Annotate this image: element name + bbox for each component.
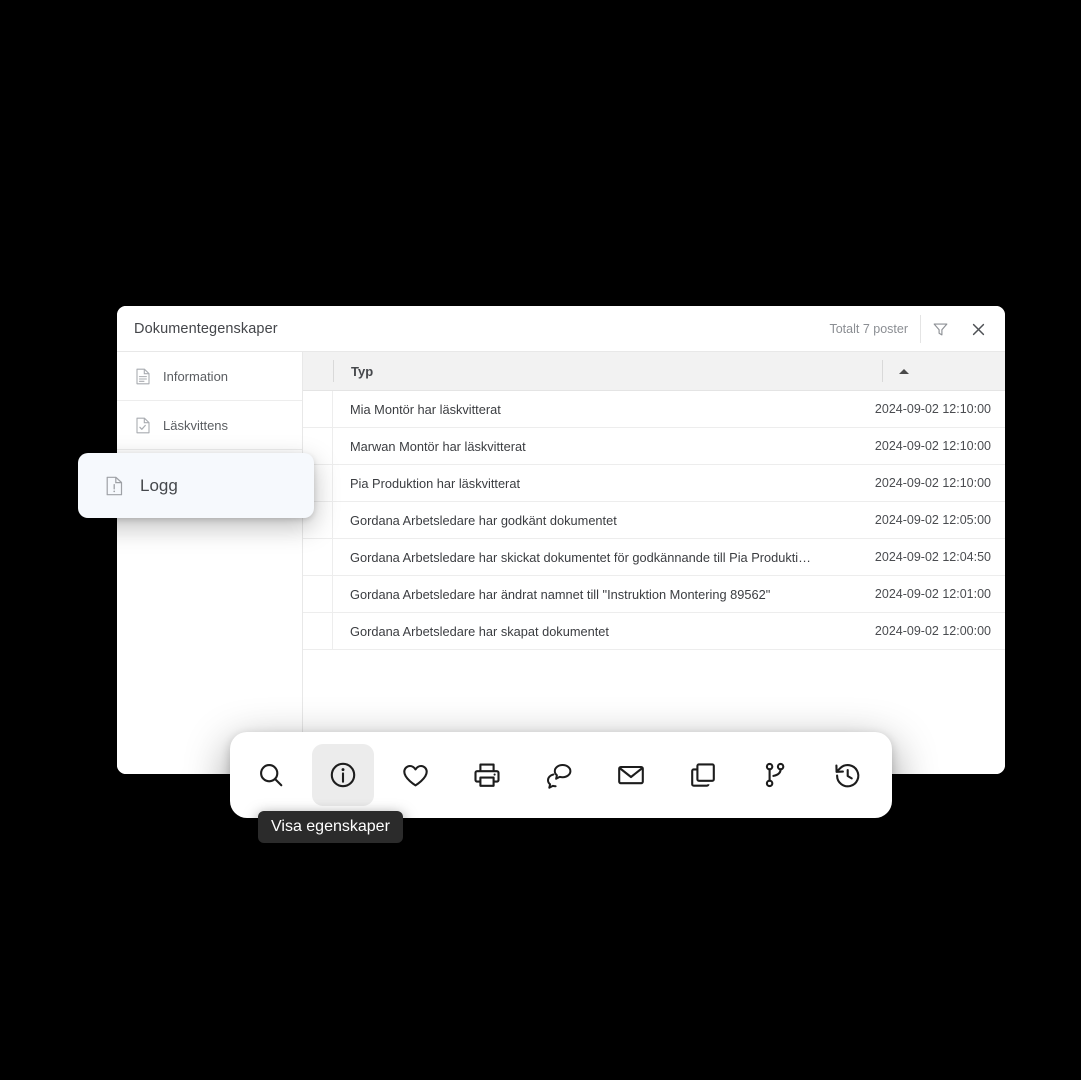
cell-typ: Gordana Arbetsledare har ändrat namnet t… <box>350 586 771 602</box>
history-button[interactable] <box>816 744 878 806</box>
dialog-header: Dokumentegenskaper Totalt 7 poster <box>117 306 1005 352</box>
table-header-gutter <box>303 352 333 390</box>
cell-typ: Gordana Arbetsledare har godkänt dokumen… <box>350 512 617 528</box>
print-button[interactable] <box>456 744 518 806</box>
cell-datum: 2024-09-02 12:04:50 <box>874 550 991 564</box>
document-alert-icon <box>104 475 124 497</box>
log-table: Typ Mia Montör har läskvitterat 2024-09-… <box>303 352 1005 774</box>
row-gutter <box>303 539 333 575</box>
table-row[interactable]: Gordana Arbetsledare har skapat dokument… <box>303 613 1005 650</box>
mail-envelope-icon <box>616 760 646 790</box>
info-circle-icon <box>328 760 358 790</box>
column-separator <box>882 360 883 382</box>
cell-datum: 2024-09-02 12:10:00 <box>874 402 991 416</box>
comments-button[interactable] <box>528 744 590 806</box>
document-properties-dialog: Dokumentegenskaper Totalt 7 poster Infor… <box>117 306 1005 774</box>
document-lines-icon <box>134 367 151 386</box>
filter-button[interactable] <box>921 306 959 352</box>
cell-datum: 2024-09-02 12:10:00 <box>874 476 991 490</box>
version-branch-button[interactable] <box>744 744 806 806</box>
document-action-toolbar <box>230 732 892 818</box>
cell-datum: 2024-09-02 12:05:00 <box>874 513 991 527</box>
dialog-sidebar: Information Läskvittens <box>117 352 303 774</box>
dialog-header-actions: Totalt 7 poster <box>829 306 1005 352</box>
close-button[interactable] <box>959 306 997 352</box>
sidebar-item-logg[interactable]: Logg <box>78 453 314 518</box>
send-mail-button[interactable] <box>600 744 662 806</box>
table-body: Mia Montör har läskvitterat 2024-09-02 1… <box>303 391 1005 650</box>
favorite-button[interactable] <box>384 744 446 806</box>
document-check-icon <box>134 416 151 435</box>
column-header-datum[interactable] <box>882 352 1005 390</box>
sidebar-item-label: Logg <box>140 475 178 495</box>
search-icon <box>256 760 286 790</box>
git-branch-icon <box>760 760 790 790</box>
filter-funnel-icon <box>932 321 949 338</box>
search-button[interactable] <box>240 744 302 806</box>
cell-typ: Marwan Montör har läskvitterat <box>350 438 526 454</box>
column-header-typ[interactable]: Typ <box>334 364 882 379</box>
row-gutter <box>303 391 333 427</box>
cell-typ: Pia Produktion har läskvitterat <box>350 475 520 491</box>
cell-typ: Gordana Arbetsledare har skapat dokument… <box>350 623 609 639</box>
cell-typ: Gordana Arbetsledare har skickat dokumen… <box>350 549 811 565</box>
table-row[interactable]: Mia Montör har läskvitterat 2024-09-02 1… <box>303 391 1005 428</box>
copy-duplicate-icon <box>688 760 718 790</box>
printer-icon <box>472 760 502 790</box>
sidebar-item-label: Information <box>163 368 229 384</box>
table-row[interactable]: Marwan Montör har läskvitterat 2024-09-0… <box>303 428 1005 465</box>
screen: Dokumentegenskaper Totalt 7 poster Infor… <box>0 0 1081 1080</box>
sidebar-item-information[interactable]: Information <box>117 352 302 401</box>
history-clock-icon <box>832 760 863 791</box>
cell-datum: 2024-09-02 12:10:00 <box>874 439 991 453</box>
cell-datum: 2024-09-02 12:01:00 <box>874 587 991 601</box>
cell-datum: 2024-09-02 12:00:00 <box>874 624 991 638</box>
table-row[interactable]: Gordana Arbetsledare har ändrat namnet t… <box>303 576 1005 613</box>
sidebar-item-laskvittens[interactable]: Läskvittens <box>117 401 302 450</box>
sidebar-item-label: Läskvittens <box>163 417 229 433</box>
total-records-label: Totalt 7 poster <box>829 322 908 336</box>
table-row[interactable]: Gordana Arbetsledare har godkänt dokumen… <box>303 502 1005 539</box>
chat-bubbles-icon <box>544 760 575 791</box>
row-gutter <box>303 613 333 649</box>
heart-icon <box>400 760 431 791</box>
row-gutter <box>303 576 333 612</box>
table-row[interactable]: Gordana Arbetsledare har skickat dokumen… <box>303 539 1005 576</box>
page-title: Dokumentegenskaper <box>134 321 278 337</box>
show-properties-button[interactable] <box>312 744 374 806</box>
cell-typ: Mia Montör har läskvitterat <box>350 401 501 417</box>
sort-ascending-caret-icon <box>899 368 909 374</box>
table-header-row: Typ <box>303 352 1005 391</box>
duplicate-button[interactable] <box>672 744 734 806</box>
tooltip: Visa egenskaper <box>258 811 403 843</box>
table-row[interactable]: Pia Produktion har läskvitterat 2024-09-… <box>303 465 1005 502</box>
close-icon <box>971 322 986 337</box>
